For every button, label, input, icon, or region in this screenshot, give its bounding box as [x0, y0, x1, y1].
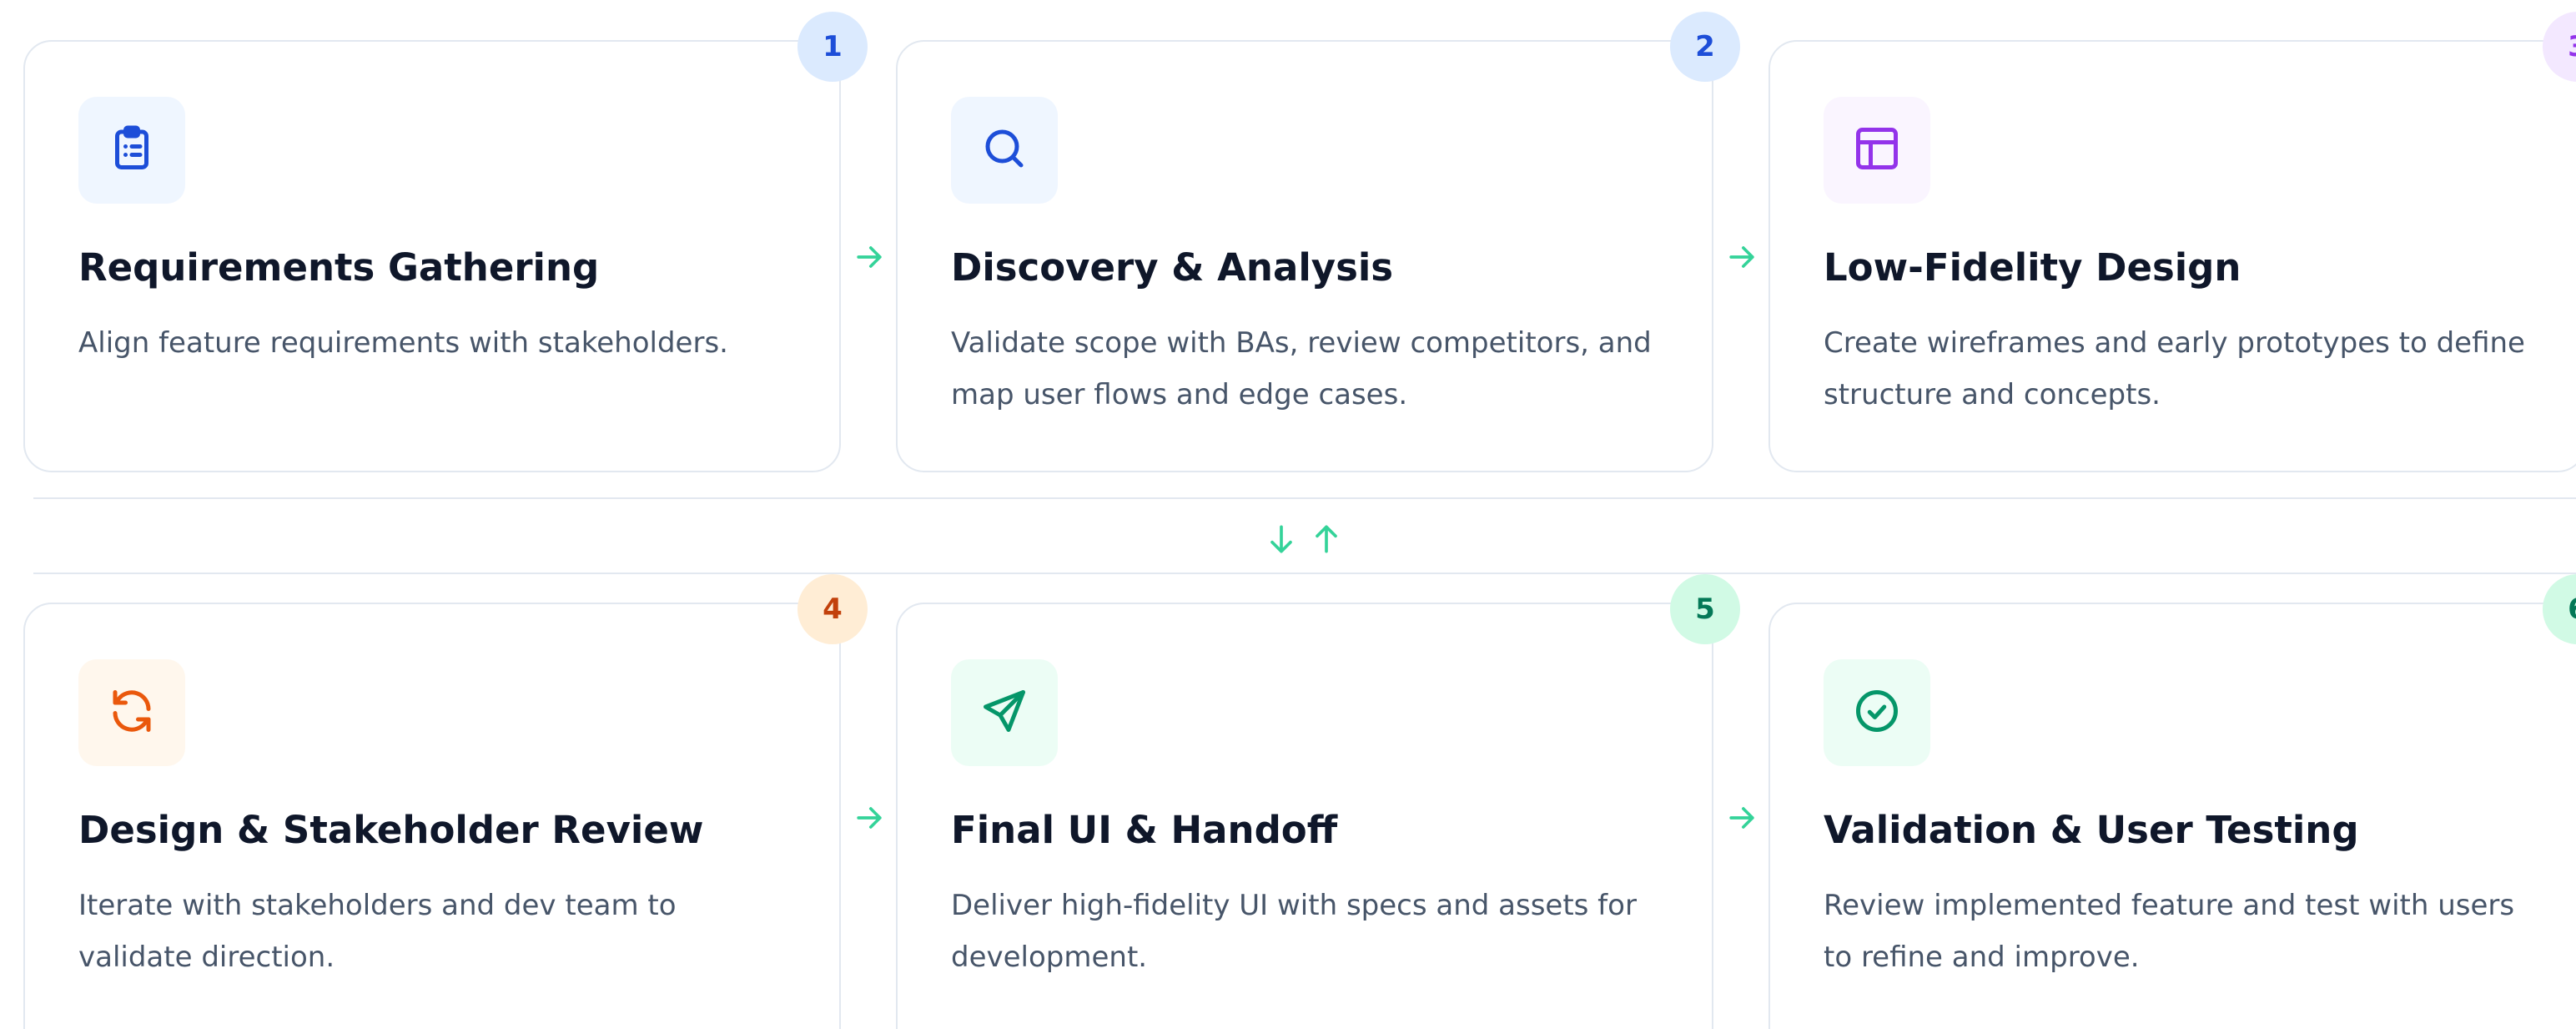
step-number-badge: 3 — [2543, 12, 2576, 82]
arrow-right-icon — [851, 239, 888, 275]
send-icon — [979, 686, 1029, 739]
step-title: Low-Fidelity Design — [1824, 245, 2241, 290]
step-card-final-ui: 5 Final UI & Handoff Deliver high-fideli… — [896, 574, 1740, 1029]
row-divider-top — [33, 497, 2576, 499]
step-card-low-fidelity: 3 Low-Fidelity Design Create wireframes … — [1768, 12, 2576, 472]
step-description: Review implemented feature and test with… — [1824, 889, 2515, 974]
step-title: Design & Stakeholder Review — [78, 808, 704, 852]
row-divider-bottom — [33, 573, 2576, 574]
search-icon — [979, 124, 1029, 177]
icon-container — [1824, 659, 1930, 766]
arrow-right-icon — [1723, 799, 1760, 836]
step-card-requirements: 1 Requirements Gathering Align feature r… — [23, 12, 868, 472]
step-title: Validation & User Testing — [1824, 808, 2359, 852]
arrow-right-icon — [1723, 239, 1760, 275]
icon-container — [951, 659, 1058, 766]
step-title: Final UI & Handoff — [951, 808, 1338, 852]
step-card-validation: 6 Validation & User Testing Review imple… — [1768, 574, 2576, 1029]
check-circle-icon — [1852, 686, 1902, 739]
step-number-badge: 1 — [797, 12, 868, 82]
clipboard-list-icon — [107, 124, 157, 177]
step-number-badge: 4 — [797, 574, 868, 644]
arrow-down-icon — [1263, 521, 1300, 557]
step-title: Requirements Gathering — [78, 245, 600, 290]
step-title: Discovery & Analysis — [951, 245, 1394, 290]
step-description: Validate scope with BAs, review competit… — [951, 326, 1652, 411]
layout-icon — [1852, 124, 1902, 177]
step-description: Deliver high-fidelity UI with specs and … — [951, 889, 1637, 974]
step-number-badge: 6 — [2543, 574, 2576, 644]
step-card-design-review: 4 Design & Stakeholder Review Iterate wi… — [23, 574, 868, 1029]
step-number-badge: 2 — [1670, 12, 1740, 82]
step-description: Create wireframes and early prototypes t… — [1824, 326, 2525, 411]
step-description: Align feature requirements with stakehol… — [78, 326, 728, 360]
step-card-discovery: 2 Discovery & Analysis Validate scope wi… — [896, 12, 1740, 472]
icon-container — [78, 97, 185, 204]
refresh-icon — [107, 686, 157, 739]
icon-container — [951, 97, 1058, 204]
arrow-up-icon — [1308, 521, 1345, 557]
step-description: Iterate with stakeholders and dev team t… — [78, 889, 677, 974]
icon-container — [1824, 97, 1930, 204]
step-number-badge: 5 — [1670, 574, 1740, 644]
icon-container — [78, 659, 185, 766]
arrow-right-icon — [851, 799, 888, 836]
